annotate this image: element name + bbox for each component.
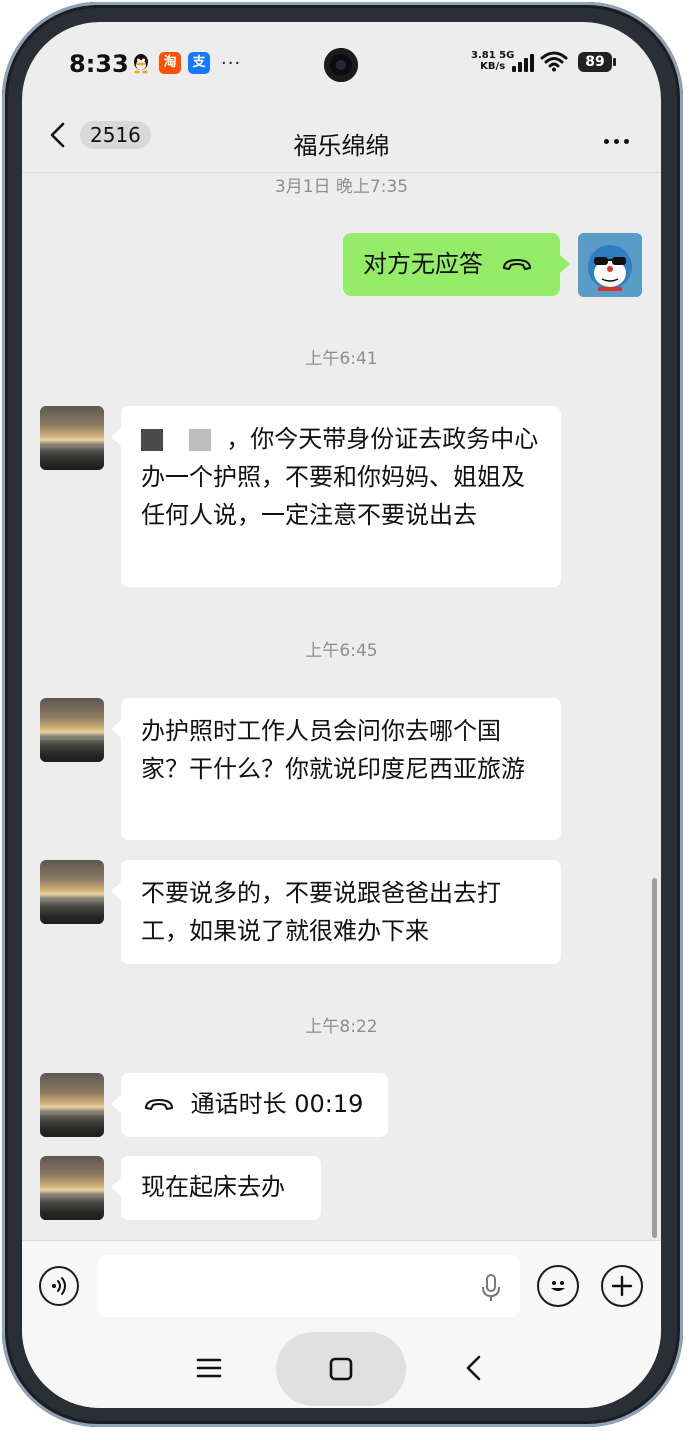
microphone-icon[interactable] — [480, 1273, 502, 1303]
home-button[interactable] — [276, 1332, 406, 1406]
more-actions-button[interactable] — [601, 1265, 643, 1307]
contact-avatar[interactable] — [40, 698, 104, 762]
alipay-icon: 支 — [188, 52, 210, 74]
recent-apps-icon[interactable] — [196, 1356, 222, 1380]
dot-icon — [623, 138, 629, 144]
dot-icon — [603, 138, 609, 144]
redaction-block — [141, 429, 163, 451]
wifi-icon — [540, 51, 568, 72]
message-timestamp: 上午6:45 — [305, 641, 378, 661]
status-bar: 8:33 淘 支 ··· 3.81 5G KB/s 89 — [22, 22, 661, 112]
battery-indicator: 89 — [578, 52, 616, 72]
notification-icons: 淘 支 ··· — [130, 52, 241, 74]
voice-mode-button[interactable] — [39, 1266, 79, 1306]
cartoon-avatar-icon — [578, 233, 642, 297]
contact-avatar[interactable] — [40, 406, 104, 470]
more-notifications-icon: ··· — [221, 52, 242, 74]
screen: 8:33 淘 支 ··· 3.81 5G KB/s 89 2516 福乐绵绵 3… — [22, 22, 661, 1408]
my-avatar[interactable] — [578, 233, 642, 297]
call-status-bubble[interactable]: 对方无应答 — [343, 233, 570, 296]
call-status-text: 对方无应答 — [363, 250, 483, 278]
message-text: 办护照时工作人员会问你去哪个国家？干什么？你就说印度尼西亚旅游 — [141, 717, 525, 783]
call-duration-text: 通话时长 00:19 — [190, 1090, 364, 1118]
voice-wave-icon — [52, 1277, 66, 1295]
dot-icon — [613, 138, 619, 144]
message-bubble[interactable]: ，你今天带身份证去政务中心办一个护照，不要和你妈妈、姐姐及任何人说，一定注意不要… — [111, 406, 561, 587]
net-speed-unit: KB/s — [480, 61, 506, 72]
contact-avatar[interactable] — [40, 1156, 104, 1220]
message-bubble[interactable]: 不要说多的，不要说跟爸爸出去打工，如果说了就很难办下来 — [111, 860, 561, 964]
home-square-icon — [329, 1357, 353, 1381]
front-camera — [324, 48, 358, 82]
call-duration-bubble[interactable]: 通话时长 00:19 — [111, 1073, 388, 1137]
contact-avatar[interactable] — [40, 1073, 104, 1137]
message-timestamp: 上午6:41 — [305, 349, 378, 369]
taobao-icon: 淘 — [159, 52, 181, 74]
system-nav-bar — [22, 1330, 661, 1408]
more-options-button[interactable] — [598, 126, 634, 156]
signal-icon — [512, 52, 534, 72]
message-text: 现在起床去办 — [141, 1173, 285, 1201]
message-timestamp: 上午8:22 — [305, 1017, 378, 1037]
smiley-icon — [551, 1281, 565, 1291]
phone-hangup-icon — [502, 259, 531, 270]
message-timestamp: 3月1日 晚上7:35 — [274, 177, 409, 197]
chat-title: 福乐绵绵 — [293, 132, 390, 160]
qq-icon — [130, 52, 152, 74]
net-speed-value: 3.81 — [471, 50, 496, 61]
message-bubble[interactable]: 现在起床去办 — [111, 1156, 321, 1220]
phone-hangup-icon — [145, 1099, 173, 1110]
redaction-block — [188, 429, 211, 451]
nav-back-icon[interactable] — [462, 1354, 486, 1382]
message-prefix: ， — [226, 425, 251, 453]
network-speed: 3.81 5G KB/s — [471, 50, 514, 72]
chat-header: 2516 福乐绵绵 — [22, 112, 661, 172]
input-bar — [22, 1240, 661, 1331]
emoji-button[interactable] — [537, 1265, 579, 1307]
message-text: 不要说多的，不要说跟爸爸出去打工，如果说了就很难办下来 — [141, 879, 501, 945]
plus-icon — [611, 1275, 633, 1297]
chat-scrollbar[interactable] — [652, 878, 657, 1238]
status-time: 8:33 — [69, 50, 129, 78]
message-bubble[interactable]: 办护照时工作人员会问你去哪个国家？干什么？你就说印度尼西亚旅游 — [111, 698, 561, 840]
message-input[interactable] — [98, 1255, 520, 1317]
contact-avatar[interactable] — [40, 860, 104, 924]
